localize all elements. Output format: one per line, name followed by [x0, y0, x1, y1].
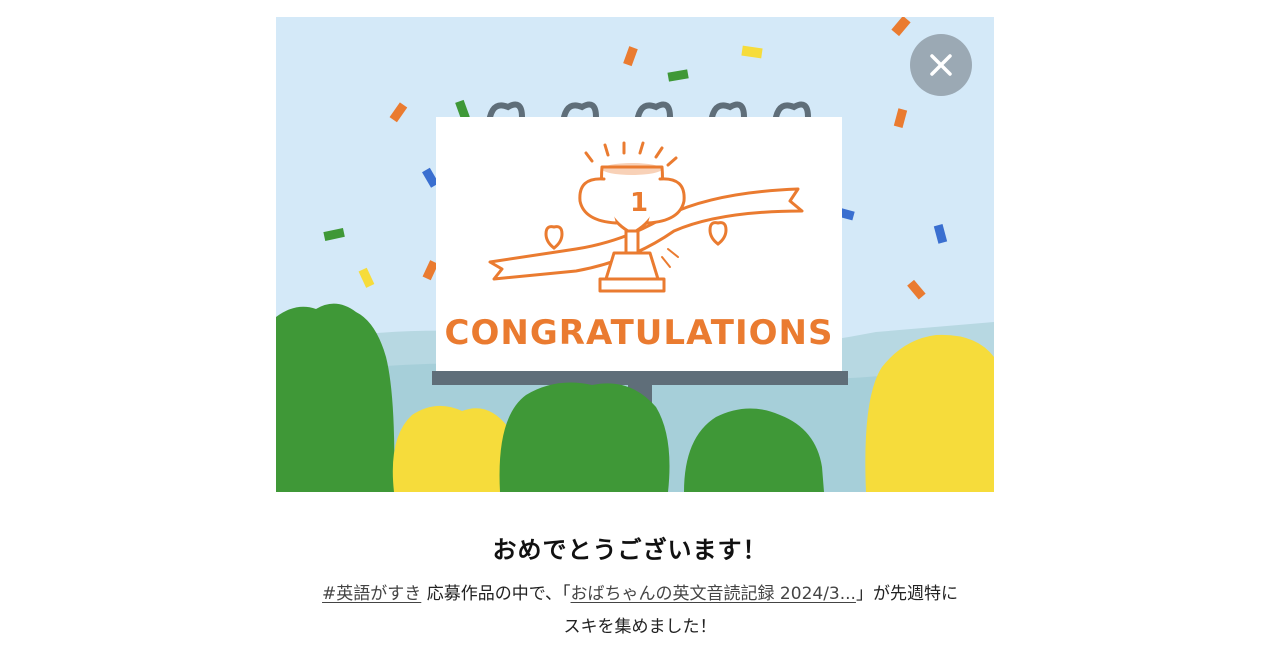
- message-text-1: 応募作品の中で、「: [426, 584, 571, 604]
- article-link[interactable]: おばちゃんの英文音読記録 2024/3...: [571, 584, 856, 604]
- congratulations-banner: 1 CONGRATULATIONS: [276, 17, 994, 492]
- congratulations-illustration: 1 CONGRATULATIONS: [276, 17, 994, 492]
- announcement-message: #英語がすき 応募作品の中で、「おばちゃんの英文音読記録 2024/3...」が…: [320, 578, 960, 644]
- congrats-headline: おめでとうございます！: [492, 536, 768, 564]
- congratulations-text: CONGRATULATIONS: [445, 313, 834, 353]
- trophy-number: 1: [630, 188, 648, 218]
- close-icon: [930, 54, 952, 76]
- hashtag-link[interactable]: #英語がすき: [322, 584, 421, 604]
- close-button[interactable]: [910, 34, 972, 96]
